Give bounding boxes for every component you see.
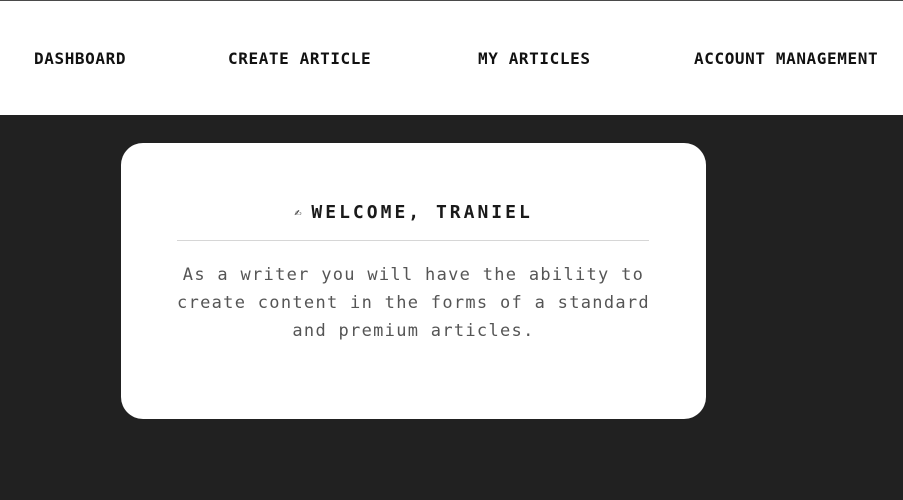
writing-hand-icon: ✍ [294, 205, 302, 219]
nav-item-dashboard[interactable]: DASHBOARD [34, 49, 126, 69]
card-divider [177, 240, 649, 241]
welcome-message: As a writer you will have the ability to… [177, 265, 650, 341]
welcome-card: ✍ WELCOME, TRANIEL As a writer you will h… [121, 143, 706, 419]
nav-item-create-article[interactable]: CREATE ARTICLE [228, 49, 371, 69]
welcome-title-text: WELCOME, TRANIEL [311, 202, 533, 223]
welcome-heading: ✍ WELCOME, TRANIEL [121, 201, 706, 224]
nav-item-account-management[interactable]: ACCOUNT MANAGEMENT [694, 49, 878, 69]
nav-item-my-articles[interactable]: MY ARTICLES [478, 49, 591, 69]
top-navigation-bar: DASHBOARD CREATE ARTICLE MY ARTICLES ACC… [0, 0, 903, 115]
